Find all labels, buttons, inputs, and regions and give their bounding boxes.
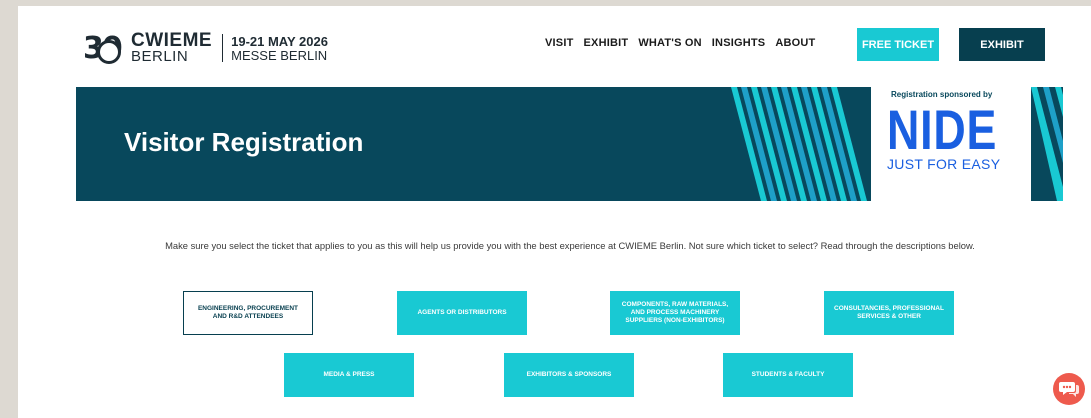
free-ticket-button[interactable]: FREE TICKET [857,28,939,61]
ticket-components[interactable]: COMPONENTS, RAW MATERIALS, AND PROCESS M… [610,291,740,335]
sponsor-tagline: JUST FOR EASY [887,156,1001,172]
ticket-exhibitors[interactable]: EXHIBITORS & SPONSORS [504,353,634,397]
logo-30-mark: 30 [83,31,127,66]
nav-whats-on[interactable]: WHAT'S ON [638,37,701,49]
nav-visit[interactable]: VISIT [545,37,574,49]
intro-text: Make sure you select the ticket that app… [165,240,975,251]
chat-button[interactable] [1053,373,1085,405]
exhibit-button[interactable]: EXHIBIT [959,28,1045,61]
ticket-agents[interactable]: AGENTS OR DISTRIBUTORS [397,291,527,335]
cwieme-logo[interactable]: 30 CWIEME BERLIN 19-21 MAY 2026 MESSE BE… [83,31,328,66]
ticket-media[interactable]: MEDIA & PRESS [284,353,414,397]
event-date: 19-21 MAY 2026 [231,34,328,49]
logo-seal-icon [97,39,121,64]
page: 30 CWIEME BERLIN 19-21 MAY 2026 MESSE BE… [18,6,1091,418]
event-venue: MESSE BERLIN [231,48,328,63]
nav-insights[interactable]: INSIGHTS [712,37,766,49]
ticket-students[interactable]: STUDENTS & FACULTY [723,353,853,397]
ticket-engineering[interactable]: ENGINEERING, PROCUREMENT AND R&D ATTENDE… [183,291,313,335]
page-title: Visitor Registration [124,127,364,157]
sponsor-panel[interactable]: Registration sponsored by NIDE JUST FOR … [871,87,1031,201]
logo-city: BERLIN [131,48,189,65]
nav-exhibit[interactable]: EXHIBIT [584,37,629,49]
ticket-consultancies[interactable]: CONSULTANCIES, PROFESSIONAL SERVICES & O… [824,291,954,335]
chat-bubble-icon [1059,382,1079,397]
sponsor-logo: NIDE [887,98,998,161]
banner-stripes [731,87,867,201]
nav-about[interactable]: ABOUT [775,37,815,49]
logo-divider [222,34,224,62]
banner-stripes-right [1031,87,1063,201]
main-nav: VISIT EXHIBIT WHAT'S ON INSIGHTS ABOUT [545,37,815,49]
visitor-registration-banner: Visitor Registration Registration sponso… [76,87,1063,201]
